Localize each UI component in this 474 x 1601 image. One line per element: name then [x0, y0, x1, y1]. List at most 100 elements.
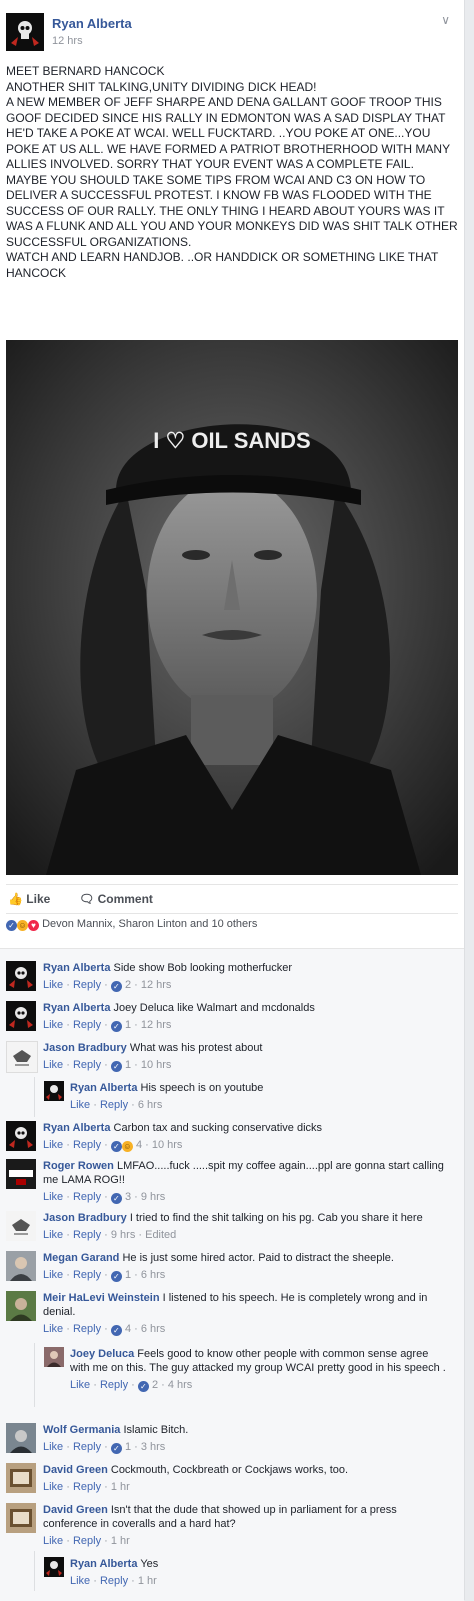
comment-reply-link[interactable]: Reply	[100, 1379, 128, 1391]
comment-text: Yes	[140, 1558, 159, 1570]
comment-like-link[interactable]: Like	[70, 1099, 90, 1111]
comment-time[interactable]: 12 hrs	[141, 1019, 172, 1031]
comment-time[interactable]: 9 hrs · Edited	[111, 1229, 176, 1241]
commenter-name[interactable]: Ryan Alberta	[43, 1002, 110, 1014]
comment-time[interactable]: 10 hrs	[152, 1139, 183, 1151]
commenter-avatar[interactable]	[44, 1347, 64, 1367]
chevron-down-icon[interactable]: ∨	[441, 13, 450, 27]
comment-time[interactable]: 1 hr	[111, 1481, 130, 1493]
author-name[interactable]: Ryan Alberta	[52, 16, 132, 31]
comment-like-link[interactable]: Like	[43, 1269, 63, 1281]
commenter-avatar[interactable]	[44, 1557, 64, 1577]
commenter-avatar[interactable]	[6, 1291, 36, 1321]
reply-thread-line	[34, 1077, 35, 1117]
comment-like-link[interactable]: Like	[43, 1481, 63, 1493]
comment-like-link[interactable]: Like	[43, 1019, 63, 1031]
comment-like-link[interactable]: Like	[43, 1139, 63, 1151]
commenter-name[interactable]: Ryan Alberta	[43, 962, 110, 974]
commenter-avatar[interactable]	[6, 1211, 36, 1241]
comment-reply-link[interactable]: Reply	[100, 1099, 128, 1111]
commenter-avatar[interactable]	[6, 961, 36, 991]
commenter-name[interactable]: Meir HaLevi Weinstein	[43, 1292, 160, 1304]
reply-thread-line	[34, 1343, 35, 1407]
comment-time[interactable]: 3 hrs	[141, 1441, 165, 1453]
comment-like-link[interactable]: Like	[43, 979, 63, 991]
commenter-avatar[interactable]	[6, 1041, 38, 1073]
comment-like-link[interactable]: Like	[70, 1575, 90, 1587]
post-timestamp[interactable]: 12 hrs	[52, 35, 83, 47]
comment-like-link[interactable]: Like	[43, 1059, 63, 1071]
comment-reply-link[interactable]: Reply	[73, 1269, 101, 1281]
commenter-avatar[interactable]	[44, 1081, 64, 1101]
comment-reply-link[interactable]: Reply	[73, 1441, 101, 1453]
post-card: Ryan Alberta 12 hrs ∨ MEET BERNARD HANCO…	[0, 0, 465, 1601]
comment-time[interactable]: 1 hr	[111, 1535, 130, 1547]
comment-time[interactable]: 10 hrs	[141, 1059, 172, 1071]
commenter-name[interactable]: David Green	[43, 1504, 108, 1516]
author-avatar[interactable]	[6, 13, 44, 51]
comment-like-link[interactable]: Like	[43, 1191, 63, 1203]
comments-section: Ryan Alberta Side show Bob looking mothe…	[0, 948, 464, 1601]
commenter-avatar[interactable]	[6, 1001, 36, 1031]
comment-like-link[interactable]: Like	[43, 1535, 63, 1547]
like-count-icon: ✓	[110, 1141, 122, 1152]
like-button[interactable]: 👍 Like	[8, 892, 50, 906]
comment-reply-link[interactable]: Reply	[73, 1191, 101, 1203]
comment-reply-link[interactable]: Reply	[73, 1535, 101, 1547]
like-label: Like	[26, 892, 51, 906]
comment-text: He is just some hired actor. Paid to dis…	[122, 1252, 394, 1264]
comment-time[interactable]: 4 hrs	[168, 1379, 192, 1391]
like-count[interactable]: 1	[125, 1019, 131, 1031]
comment-reply-link[interactable]: Reply	[73, 1059, 101, 1071]
comment-text: Side show Bob looking motherfucker	[113, 962, 293, 974]
comment-time[interactable]: 6 hrs	[141, 1323, 165, 1335]
post-line: ANOTHER SHIT TALKING,UNITY DIVIDING DICK…	[6, 79, 317, 94]
commenter-name[interactable]: Ryan Alberta	[70, 1082, 137, 1094]
like-count-icon: ✓	[110, 1193, 122, 1204]
like-count[interactable]: 2	[125, 979, 131, 991]
comment-like-link[interactable]: Like	[43, 1229, 63, 1241]
reactions-summary[interactable]: ✓ ☺ ♥ Devon Mannix, Sharon Linton and 10 o…	[6, 918, 257, 938]
comment-reply-link[interactable]: Reply	[73, 979, 101, 991]
commenter-name[interactable]: Joey Deluca	[70, 1348, 134, 1360]
love-reaction-icon: ♥	[28, 920, 39, 931]
commenter-name[interactable]: Megan Garand	[43, 1252, 119, 1264]
comment-button[interactable]: 🗨 Comment	[79, 892, 153, 906]
comment-time[interactable]: 6 hrs	[141, 1269, 165, 1281]
commenter-name[interactable]: David Green	[43, 1464, 108, 1476]
commenter-name[interactable]: Ryan Alberta	[70, 1558, 137, 1570]
commenter-avatar[interactable]	[6, 1159, 36, 1189]
comment-reply-link[interactable]: Reply	[73, 1019, 101, 1031]
commenter-name[interactable]: Wolf Germania	[43, 1424, 120, 1436]
comment-time[interactable]: 1 hr	[138, 1575, 157, 1587]
post-photo[interactable]: I ♡ OIL SANDS	[6, 340, 458, 875]
comment-time[interactable]: 6 hrs	[138, 1099, 162, 1111]
commenter-avatar[interactable]	[6, 1503, 36, 1533]
commenter-name[interactable]: Jason Bradbury	[43, 1212, 127, 1224]
like-count-icon: ✓	[110, 981, 122, 992]
like-count[interactable]: 3	[125, 1191, 131, 1203]
comment-reply-link[interactable]: Reply	[73, 1481, 101, 1493]
commenter-name[interactable]: Ryan Alberta	[43, 1122, 110, 1134]
like-count[interactable]: 1	[125, 1441, 131, 1453]
comment-time[interactable]: 9 hrs	[141, 1191, 165, 1203]
like-count[interactable]: 4	[125, 1323, 131, 1335]
comment-like-link[interactable]: Like	[43, 1441, 63, 1453]
comment-reply-link[interactable]: Reply	[100, 1575, 128, 1587]
like-count[interactable]: 4	[136, 1139, 142, 1151]
like-count[interactable]: 1	[125, 1059, 131, 1071]
commenter-avatar[interactable]	[6, 1251, 36, 1281]
comment-like-link[interactable]: Like	[43, 1323, 63, 1335]
comment-reply-link[interactable]: Reply	[73, 1229, 101, 1241]
comment-reply-link[interactable]: Reply	[73, 1139, 101, 1151]
commenter-name[interactable]: Jason Bradbury	[43, 1042, 127, 1054]
like-count[interactable]: 2	[152, 1379, 158, 1391]
like-count[interactable]: 1	[125, 1269, 131, 1281]
comment-like-link[interactable]: Like	[70, 1379, 90, 1391]
commenter-avatar[interactable]	[6, 1423, 36, 1453]
comment-reply-link[interactable]: Reply	[73, 1323, 101, 1335]
commenter-avatar[interactable]	[6, 1463, 36, 1493]
comment-time[interactable]: 12 hrs	[141, 979, 172, 991]
commenter-avatar[interactable]	[6, 1121, 36, 1151]
commenter-name[interactable]: Roger Rowen	[43, 1160, 114, 1172]
